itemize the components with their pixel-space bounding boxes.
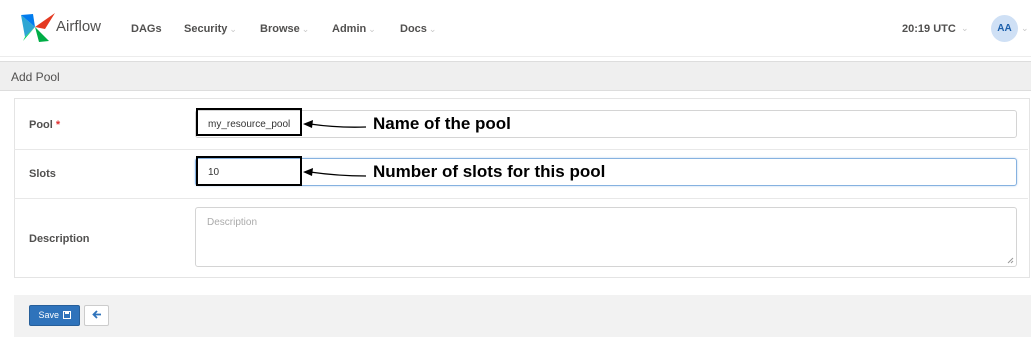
- save-button[interactable]: Save: [29, 305, 80, 326]
- nav-browse[interactable]: Browse ⌄: [260, 23, 309, 35]
- chevron-down-icon: ⌄: [368, 24, 376, 34]
- nav-dags[interactable]: DAGs: [131, 23, 162, 35]
- slots-label: Slots: [29, 168, 56, 180]
- description-placeholder: Description: [207, 217, 258, 228]
- required-marker: *: [55, 119, 61, 131]
- nav-docs[interactable]: Docs ⌄: [400, 23, 436, 35]
- chevron-down-icon: ⌄: [301, 24, 310, 34]
- chevron-down-icon[interactable]: ⌄: [961, 23, 969, 34]
- slots-highlight-box: [196, 156, 302, 186]
- navbar: Airflow DAGs Security ⌄ Browse ⌄ Admin ⌄ Do…: [0, 0, 1031, 57]
- page-title: Add Pool: [11, 70, 60, 84]
- back-button[interactable]: [84, 305, 109, 326]
- arrow-left-icon: [91, 310, 101, 319]
- arrow-left-icon: [303, 120, 366, 128]
- pool-label-text: Pool: [29, 119, 53, 131]
- nav-security[interactable]: Security ⌄: [184, 23, 237, 35]
- airflow-logo-icon[interactable]: [19, 11, 57, 43]
- chevron-down-icon: ⌄: [428, 24, 437, 34]
- panel-heading: Add Pool: [0, 61, 1031, 91]
- row-divider: [14, 198, 1028, 199]
- description-label: Description: [29, 233, 90, 245]
- pool-annotation: Name of the pool: [373, 114, 511, 133]
- chevron-down-icon: ⌄: [229, 24, 237, 34]
- nav-browse-label: Browse: [260, 23, 300, 35]
- pool-highlight-box: [196, 108, 302, 136]
- nav-dags-label: DAGs: [131, 23, 162, 35]
- form-actions-bar: [14, 295, 1031, 337]
- nav-admin[interactable]: Admin ⌄: [332, 23, 376, 35]
- floppy-disk-icon: [62, 311, 71, 319]
- pool-label: Pool *: [29, 119, 60, 131]
- chevron-down-icon[interactable]: ⌄: [1021, 23, 1029, 34]
- user-avatar[interactable]: AA: [991, 15, 1018, 42]
- nav-security-label: Security: [184, 23, 228, 35]
- brand-name[interactable]: Airflow: [56, 18, 101, 35]
- save-button-label: Save: [38, 310, 59, 320]
- resize-handle-icon[interactable]: [1007, 257, 1014, 264]
- utc-clock[interactable]: 20:19 UTC: [902, 23, 956, 35]
- slots-annotation: Number of slots for this pool: [373, 162, 606, 181]
- nav-admin-label: Admin: [332, 23, 367, 35]
- nav-docs-label: Docs: [400, 23, 427, 35]
- arrow-left-icon: [303, 168, 366, 177]
- description-textarea[interactable]: Description: [195, 207, 1017, 267]
- row-divider: [14, 149, 1028, 150]
